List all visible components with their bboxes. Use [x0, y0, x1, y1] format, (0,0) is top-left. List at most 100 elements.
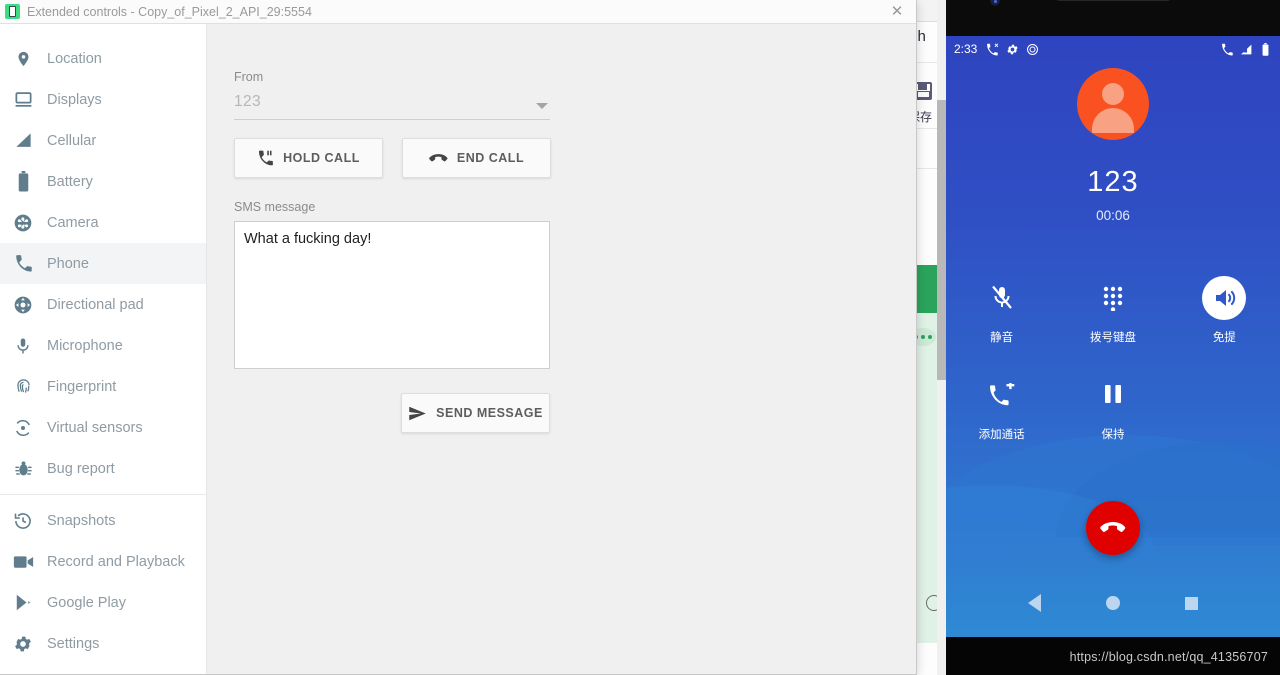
- device-bezel-top: [946, 0, 1280, 36]
- android-emulator-icon: [5, 4, 20, 19]
- from-value: 123: [234, 93, 262, 110]
- history-clock-icon: [12, 510, 34, 532]
- sidebar-item-record-and-playback[interactable]: Record and Playback: [0, 541, 206, 582]
- microphone-icon: [12, 335, 34, 357]
- watermark-text: https://blog.csdn.net/qq_41356707: [1069, 650, 1268, 664]
- sidebar-divider: [0, 494, 206, 495]
- add-call-button[interactable]: 添加通话: [946, 373, 1057, 442]
- sidebar-item-settings[interactable]: Settings: [0, 623, 206, 664]
- sidebar-item-directional-pad[interactable]: Directional pad: [0, 284, 206, 325]
- hold-button[interactable]: 保持: [1057, 373, 1168, 442]
- send-message-label: SEND MESSAGE: [436, 406, 543, 420]
- call-controls-row-1: 静音 拨号键盘 免提: [946, 276, 1280, 345]
- fingerprint-icon: [12, 376, 34, 398]
- add-call-icon: [980, 373, 1024, 417]
- signal-bars-icon: [12, 130, 34, 152]
- sidebar-item-label: Microphone: [47, 337, 123, 354]
- sidebar-item-label: Settings: [47, 635, 100, 652]
- sidebar-item-help[interactable]: ? Help: [0, 664, 206, 674]
- status-bar-time: 2:33: [954, 42, 978, 56]
- sidebar-item-phone[interactable]: Phone: [0, 243, 206, 284]
- sidebar-item-fingerprint[interactable]: Fingerprint: [0, 366, 206, 407]
- end-call-icon: [1100, 522, 1126, 532]
- send-message-row: SEND MESSAGE: [234, 393, 550, 433]
- sidebar-item-google-play[interactable]: Google Play: [0, 582, 206, 623]
- sidebar-item-label: Battery: [47, 173, 93, 190]
- gear-icon: [12, 633, 34, 655]
- close-icon[interactable]: ✕: [888, 3, 906, 21]
- speaker-icon: [1202, 276, 1247, 320]
- sidebar-item-label: Record and Playback: [47, 553, 185, 570]
- end-call-button[interactable]: END CALL: [402, 138, 551, 178]
- sidebar-item-cellular[interactable]: Cellular: [0, 120, 206, 161]
- speaker-label: 免提: [1212, 332, 1236, 344]
- chevron-down-icon[interactable]: [536, 103, 548, 109]
- avatar-head: [1102, 83, 1124, 105]
- sidebar-item-label: Directional pad: [47, 296, 144, 313]
- status-bar-right-icons: [1221, 42, 1272, 56]
- window-body: Location Displays Cellular Battery Camer: [0, 24, 916, 674]
- google-play-icon: [12, 592, 34, 614]
- window-titlebar: Extended controls - Copy_of_Pixel_2_API_…: [0, 0, 916, 24]
- home-circle-icon[interactable]: [1105, 596, 1120, 610]
- sms-message-label: SMS message: [234, 200, 316, 214]
- sidebar: Location Displays Cellular Battery Camer: [0, 24, 207, 674]
- sidebar-item-virtual-sensors[interactable]: Virtual sensors: [0, 407, 206, 448]
- location-pin-icon: [12, 48, 34, 70]
- sidebar-item-label: Phone: [47, 255, 89, 272]
- sidebar-item-snapshots[interactable]: Snapshots: [0, 500, 206, 541]
- extended-controls-window: Extended controls - Copy_of_Pixel_2_API_…: [0, 0, 917, 675]
- sidebar-item-microphone[interactable]: Microphone: [0, 325, 206, 366]
- do-not-disturb-icon: [1027, 43, 1039, 55]
- pause-icon: [1091, 373, 1135, 417]
- speaker-button[interactable]: 免提: [1169, 276, 1280, 345]
- android-emulator-device: 2:33 123 00:06 静音 拨号键盘 免提 添加通话 保持 https:…: [946, 0, 1280, 675]
- sidebar-item-bug-report[interactable]: Bug report: [0, 448, 206, 489]
- back-triangle-icon[interactable]: [1028, 594, 1042, 612]
- sidebar-item-camera[interactable]: Camera: [0, 202, 206, 243]
- video-camera-icon: [12, 551, 34, 573]
- avatar-body: [1092, 108, 1134, 133]
- call-duration: 00:06: [1096, 208, 1130, 223]
- hold-call-label: HOLD CALL: [283, 151, 360, 165]
- phone-handset-icon: [12, 253, 34, 275]
- dialpad-button[interactable]: 拨号键盘: [1057, 276, 1168, 345]
- battery-icon: [12, 171, 34, 193]
- mic-off-icon: [980, 276, 1024, 320]
- bug-icon: [12, 458, 34, 480]
- window-title: Extended controls - Copy_of_Pixel_2_API_…: [27, 4, 312, 19]
- virtual-sensors-icon: [12, 417, 34, 439]
- call-active-icon: [987, 42, 999, 55]
- end-call-icon: [429, 153, 448, 161]
- call-controls-grid: 静音 拨号键盘 免提 添加通话 保持: [946, 276, 1280, 442]
- sidebar-item-label: Displays: [47, 91, 102, 108]
- recents-square-icon[interactable]: [1184, 596, 1198, 610]
- send-message-button[interactable]: SEND MESSAGE: [401, 393, 550, 433]
- status-bar: 2:33: [946, 36, 1280, 62]
- signal-bars-icon: [1241, 44, 1252, 54]
- avatar: [1077, 68, 1149, 140]
- end-call-button-device[interactable]: [1086, 501, 1140, 555]
- dialpad-label: 拨号键盘: [1089, 332, 1136, 344]
- hold-call-icon: [259, 150, 274, 165]
- status-bar-left-icons: [986, 42, 1039, 56]
- mute-button[interactable]: 静音: [946, 276, 1057, 345]
- battery-icon: [1262, 42, 1269, 56]
- background-scrollbar-track[interactable]: [937, 0, 946, 675]
- gear-icon: [1007, 44, 1019, 54]
- hold-call-button[interactable]: HOLD CALL: [234, 138, 383, 178]
- sms-message-input[interactable]: [234, 221, 550, 369]
- dialpad-icon: [1091, 276, 1135, 320]
- hold-label: 保持: [1101, 429, 1125, 441]
- monitor-icon: [12, 89, 34, 111]
- sidebar-item-location[interactable]: Location: [0, 38, 206, 79]
- earpiece-speaker: [1056, 0, 1171, 1]
- from-dropdown[interactable]: 123: [234, 93, 550, 120]
- sidebar-item-displays[interactable]: Displays: [0, 79, 206, 120]
- send-icon: [409, 406, 426, 420]
- screen-root: ch 保存 Extended controls - Copy_of_Pixel_…: [0, 0, 1280, 675]
- help-circle-icon: ?: [12, 674, 34, 675]
- background-scrollbar-thumb[interactable]: [937, 100, 946, 380]
- end-call-label: END CALL: [456, 151, 525, 165]
- sidebar-item-battery[interactable]: Battery: [0, 161, 206, 202]
